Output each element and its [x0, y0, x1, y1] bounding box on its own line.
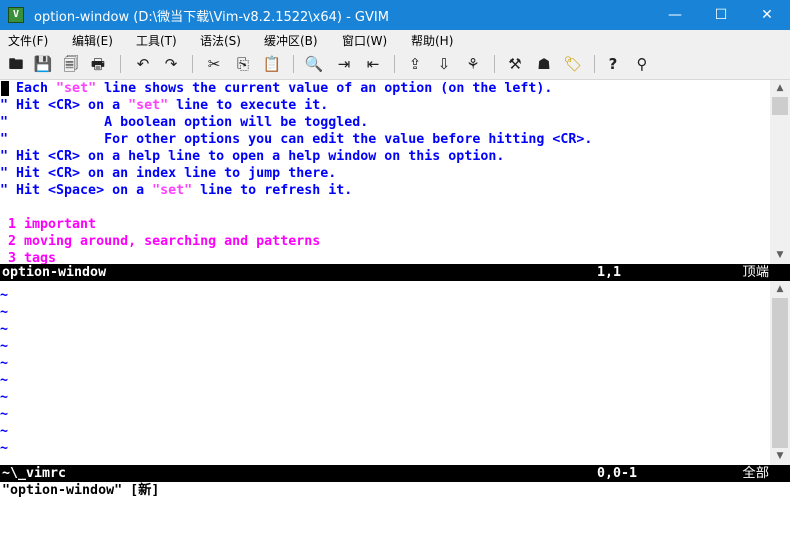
- status-scroll: 全部: [742, 466, 769, 481]
- toolbar-separator: [594, 55, 595, 73]
- load-session-icon[interactable]: ⇪: [404, 53, 426, 75]
- empty-line-tilde: ~: [0, 356, 9, 371]
- find-prev-icon[interactable]: ⇤: [362, 53, 384, 75]
- toolbar: 🖿 💾 🗐 🖶 ↶ ↷ ✂ ⎘ 📋 🔍 ⇥ ⇤ ⇪ ⇩ ⚘ ⚒ ☗ 🏷 ? ⚲: [0, 50, 790, 80]
- jump-tag-icon[interactable]: 🏷: [562, 53, 584, 75]
- empty-line-tilde: ~: [0, 407, 9, 422]
- scroll-thumb[interactable]: [772, 298, 788, 448]
- comment-text: " Hit <Space> on a: [0, 183, 153, 198]
- menu-file[interactable]: 文件(F): [8, 32, 48, 49]
- buffer-line[interactable]: " Each "set" line shows the current valu…: [0, 80, 552, 97]
- string-token: "set": [128, 98, 169, 113]
- toolbar-separator: [192, 55, 193, 73]
- comment-text: line to refresh it.: [192, 183, 353, 198]
- buffer-line[interactable]: " For other options you can edit the val…: [0, 131, 592, 148]
- empty-line-tilde: ~: [0, 424, 9, 439]
- redo-icon[interactable]: ↷: [160, 53, 182, 75]
- string-token: "set": [56, 81, 97, 96]
- status-corner: [770, 465, 790, 482]
- scroll-down-arrow[interactable]: ▼: [770, 448, 790, 465]
- menu-bar: 文件(F) 编辑(E) 工具(T) 语法(S) 缓冲区(B) 窗口(W) 帮助(…: [0, 30, 790, 50]
- help-icon[interactable]: ?: [602, 53, 624, 75]
- empty-line-tilde: ~: [0, 390, 9, 405]
- run-script-icon[interactable]: ⚘: [462, 53, 484, 75]
- print-icon[interactable]: 🖶: [87, 53, 109, 75]
- undo-icon[interactable]: ↶: [132, 53, 154, 75]
- status-scroll: 顶端: [742, 265, 769, 280]
- status-corner: [770, 264, 790, 281]
- buffer-line[interactable]: " Hit <CR> on a "set" line to execute it…: [0, 97, 328, 114]
- close-button[interactable]: ✕: [744, 0, 790, 30]
- comment-text: " Hit <CR> on a help line to open a help…: [0, 149, 505, 164]
- comment-text: " Hit <CR> on an index line to jump ther…: [0, 166, 337, 181]
- buffer-line[interactable]: 2 moving around, searching and patterns: [0, 233, 320, 250]
- status-filename: ~\_vimrc: [2, 466, 67, 481]
- comment-text: line shows the current value of an optio…: [96, 81, 553, 96]
- toolbar-separator: [494, 55, 495, 73]
- vim-app-icon[interactable]: V: [8, 7, 24, 23]
- toolbar-separator: [394, 55, 395, 73]
- find-replace-icon[interactable]: 🔍: [303, 53, 325, 75]
- menu-tools[interactable]: 工具(T): [136, 32, 177, 49]
- save-session-icon[interactable]: ⇩: [433, 53, 455, 75]
- scroll-thumb[interactable]: [772, 97, 788, 115]
- title-bar[interactable]: V option-window (D:\微当下载\Vim-v8.2.1522\x…: [0, 0, 790, 30]
- find-help-icon[interactable]: ⚲: [631, 53, 653, 75]
- status-filename: option-window: [2, 265, 107, 280]
- save-icon[interactable]: 💾: [32, 53, 54, 75]
- menu-syntax[interactable]: 语法(S): [200, 32, 241, 49]
- upper-status-line[interactable]: option-window 1,1 顶端: [0, 264, 770, 281]
- comment-text: " A boolean option will be toggled.: [0, 115, 369, 130]
- buffer-line[interactable]: 1 important: [0, 216, 96, 233]
- command-line[interactable]: "option-window" [新]: [2, 482, 159, 499]
- upper-scrollbar[interactable]: ▲ ▼: [770, 80, 790, 264]
- empty-line-tilde: ~: [0, 322, 9, 337]
- comment-text: " Hit <CR> on a: [0, 98, 129, 113]
- empty-line-tilde: ~: [0, 373, 9, 388]
- buffer-line[interactable]: " A boolean option will be toggled.: [0, 114, 368, 131]
- scroll-up-arrow[interactable]: ▲: [770, 80, 790, 97]
- minimize-button[interactable]: —: [652, 0, 698, 30]
- empty-line-tilde: ~: [0, 441, 9, 456]
- toolbar-separator: [120, 55, 121, 73]
- toolbar-separator: [293, 55, 294, 73]
- lower-status-line[interactable]: ~\_vimrc 0,0-1 全部: [0, 465, 770, 482]
- window-title: option-window (D:\微当下载\Vim-v8.2.1522\x64…: [34, 10, 389, 25]
- buffer-line[interactable]: " Hit <CR> on an index line to jump ther…: [0, 165, 336, 182]
- string-token: "set": [152, 183, 193, 198]
- buffer-line[interactable]: " Hit <Space> on a "set" line to refresh…: [0, 182, 352, 199]
- status-position: 1,1: [597, 265, 622, 280]
- comment-text: line to execute it.: [168, 98, 329, 113]
- menu-window[interactable]: 窗口(W): [342, 32, 387, 49]
- menu-help[interactable]: 帮助(H): [411, 32, 453, 49]
- lower-scrollbar[interactable]: ▲ ▼: [770, 281, 790, 465]
- cut-icon[interactable]: ✂: [203, 53, 225, 75]
- status-position: 0,0-1: [597, 466, 638, 481]
- text-cursor: [1, 81, 9, 96]
- copy-icon[interactable]: ⎘: [232, 53, 254, 75]
- empty-line-tilde: ~: [0, 288, 9, 303]
- make-icon[interactable]: ⚒: [504, 53, 526, 75]
- empty-line-tilde: ~: [0, 305, 9, 320]
- menu-buffers[interactable]: 缓冲区(B): [264, 32, 318, 49]
- open-icon[interactable]: 🖿: [5, 53, 27, 75]
- section-heading: 2 moving around, searching and patterns: [0, 234, 321, 249]
- run-ctags-icon[interactable]: ☗: [533, 53, 555, 75]
- paste-icon[interactable]: 📋: [261, 53, 283, 75]
- maximize-button[interactable]: ☐: [698, 0, 744, 30]
- scroll-up-arrow[interactable]: ▲: [770, 281, 790, 298]
- scroll-down-arrow[interactable]: ▼: [770, 247, 790, 264]
- section-heading: 1 important: [0, 217, 97, 232]
- find-next-icon[interactable]: ⇥: [333, 53, 355, 75]
- save-all-icon[interactable]: 🗐: [60, 53, 82, 75]
- empty-line-tilde: ~: [0, 339, 9, 354]
- menu-edit[interactable]: 编辑(E): [72, 32, 113, 49]
- buffer-line[interactable]: " Hit <CR> on a help line to open a help…: [0, 148, 504, 165]
- comment-text: " For other options you can edit the val…: [0, 132, 593, 147]
